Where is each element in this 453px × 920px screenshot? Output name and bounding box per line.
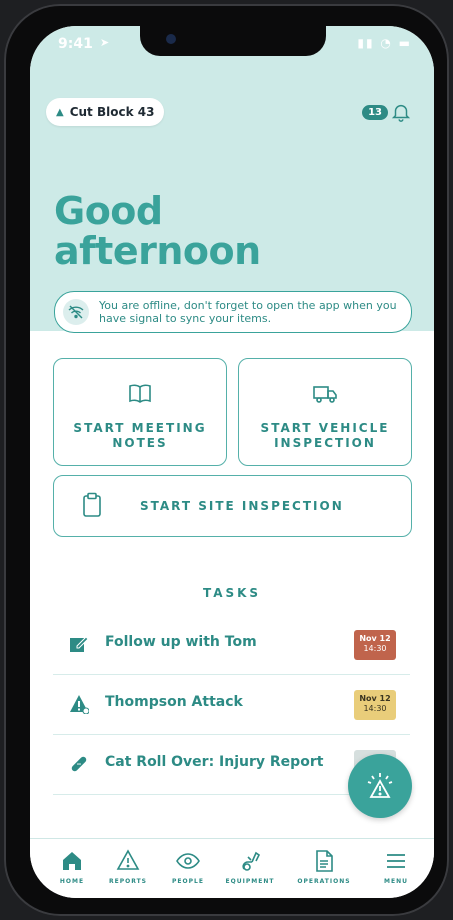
nav-equipment[interactable]: EQUIPMENT	[220, 849, 280, 885]
notification-count-badge: 13	[362, 104, 388, 120]
start-vehicle-inspection-button[interactable]: START VEHICLE INSPECTION	[238, 358, 412, 466]
offline-message: You are offline, don't forget to open th…	[99, 299, 397, 325]
task-due-date: Nov 12	[359, 694, 391, 703]
person-pin-icon: ▲	[56, 106, 64, 118]
task-row[interactable]: Thompson Attack Nov 12 14:30	[53, 674, 410, 735]
tasks-heading: TASKS	[202, 586, 262, 600]
meeting-label-line-2: NOTES	[112, 436, 168, 450]
edit-icon	[70, 636, 89, 652]
greeting-heading: Good afternoon	[54, 191, 261, 271]
task-name: Thompson Attack	[105, 694, 243, 710]
phone-frame: 9:41 ➤ ▮▮ ◔ ▬ ▲ Cut Block 43 13 Good aft…	[4, 4, 449, 916]
home-icon	[63, 852, 81, 870]
wifi-off-icon	[63, 299, 89, 325]
vehicle-inspection-label: START VEHICLE INSPECTION	[239, 421, 411, 451]
greeting-line-2: afternoon	[54, 229, 261, 273]
location-chip[interactable]: ▲ Cut Block 43	[46, 98, 165, 126]
nav-people[interactable]: PEOPLE	[158, 849, 218, 885]
bell-icon	[391, 104, 411, 122]
greeting-line-1: Good	[54, 189, 163, 233]
offline-banner: You are offline, don't forget to open th…	[54, 291, 412, 333]
alarm-warning-icon	[367, 773, 393, 798]
task-due-time: 14:30	[363, 704, 387, 713]
nav-menu[interactable]: MENU	[366, 849, 426, 885]
document-icon	[316, 850, 333, 872]
nav-operations-label: OPERATIONS	[297, 878, 351, 885]
nav-home-label: HOME	[59, 878, 85, 885]
notifications-button[interactable]: 13	[362, 100, 412, 124]
task-name: Follow up with Tom	[105, 634, 257, 650]
status-time: 9:41	[58, 36, 93, 52]
start-meeting-notes-button[interactable]: START MEETING NOTES	[53, 358, 227, 466]
reports-warning-icon	[116, 849, 140, 870]
nav-menu-label: MENU	[384, 878, 408, 885]
hamburger-menu-icon	[387, 854, 405, 868]
nav-home[interactable]: HOME	[42, 849, 102, 885]
meeting-notes-label: START MEETING NOTES	[54, 421, 226, 451]
task-name: Cat Roll Over: Injury Report	[105, 754, 324, 770]
start-site-inspection-button[interactable]: START SITE INSPECTION	[53, 475, 412, 537]
eye-icon	[176, 853, 200, 869]
task-row[interactable]: Follow up with Tom Nov 12 14:30	[53, 614, 410, 675]
camera-notch	[140, 26, 326, 56]
app-screen: 9:41 ➤ ▮▮ ◔ ▬ ▲ Cut Block 43 13 Good aft…	[30, 26, 434, 898]
emergency-alert-button[interactable]	[348, 754, 412, 818]
nav-operations[interactable]: OPERATIONS	[294, 849, 354, 885]
warning-icon	[70, 695, 89, 714]
nav-people-label: PEOPLE	[172, 878, 204, 885]
camera-icon	[166, 34, 176, 44]
nav-reports-label: REPORTS	[109, 878, 147, 885]
task-due-badge: Nov 12 14:30	[354, 690, 396, 720]
bottom-navigation: HOME REPORTS PEOPLE EQUIPMENT OPERATIONS…	[30, 838, 434, 898]
nav-equipment-label: EQUIPMENT	[225, 878, 275, 885]
truck-icon	[313, 386, 337, 403]
location-arrow-icon: ➤	[100, 36, 110, 49]
task-due-time: 14:30	[363, 644, 387, 653]
excavator-icon	[242, 851, 261, 871]
signal-wifi-battery-icons: ▮▮ ◔ ▬	[357, 36, 412, 50]
book-icon	[129, 384, 151, 403]
meeting-label-line-1: START MEETING	[73, 421, 207, 435]
location-chip-label: Cut Block 43	[69, 105, 155, 119]
vehicle-label-line-1: START VEHICLE	[260, 421, 390, 435]
task-due-badge: Nov 12 14:30	[354, 630, 396, 660]
vehicle-label-line-2: INSPECTION	[274, 436, 376, 450]
nav-reports[interactable]: REPORTS	[98, 849, 158, 885]
clipboard-icon	[83, 492, 101, 517]
site-inspection-label: START SITE INSPECTION	[140, 499, 344, 513]
bandage-icon	[71, 756, 87, 772]
hero-section	[30, 26, 434, 331]
task-due-date: Nov 12	[359, 634, 391, 643]
